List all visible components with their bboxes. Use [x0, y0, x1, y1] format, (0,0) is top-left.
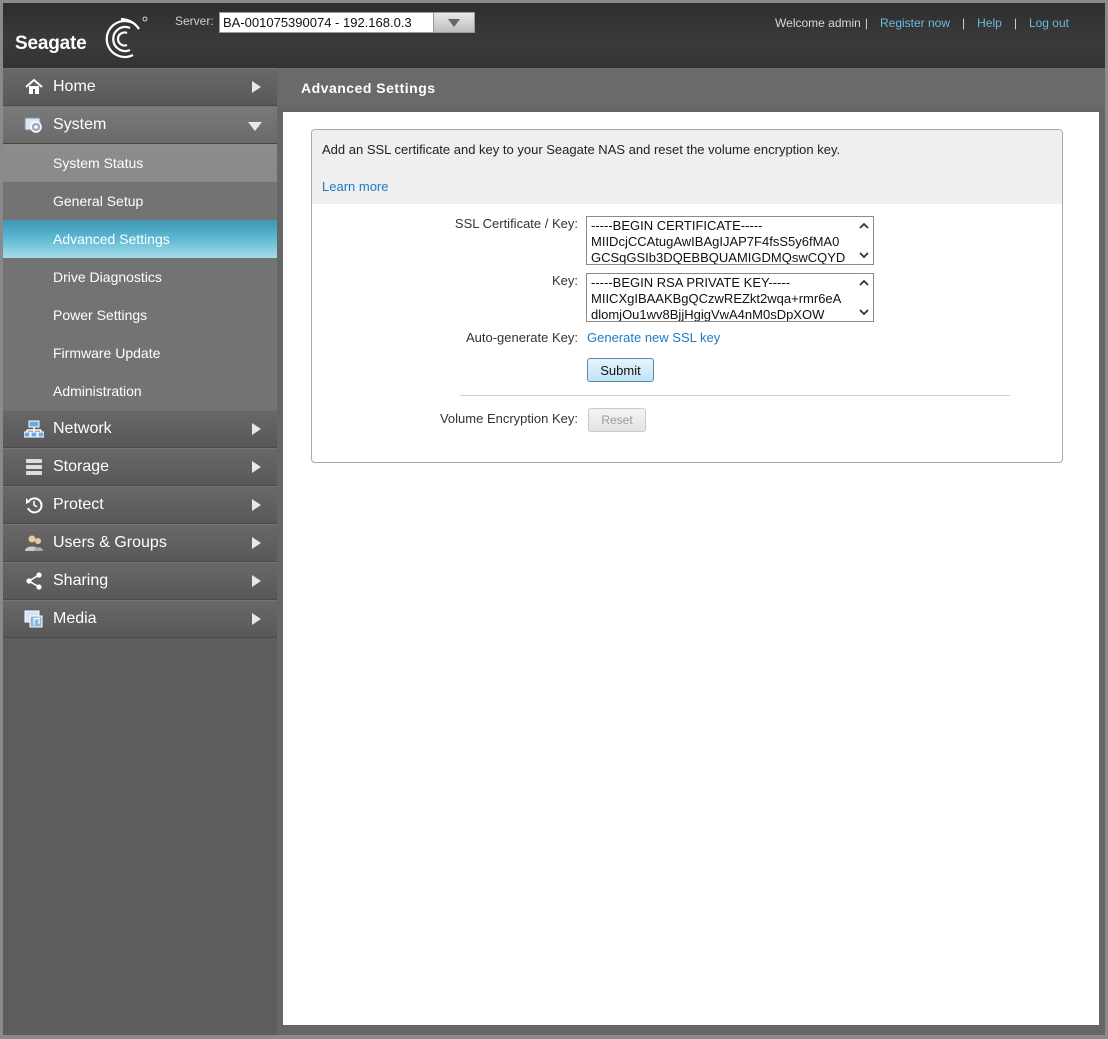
scrollbar[interactable]	[856, 274, 873, 321]
settings-panel: Add an SSL certificate and key to your S…	[311, 129, 1063, 463]
chevron-right-icon	[252, 423, 261, 435]
logo-text: Seagate	[15, 33, 87, 54]
sidebar-subitem-advanced-settings[interactable]: Advanced Settings	[3, 220, 277, 258]
ssl-certificate-label: SSL Certificate / Key:	[454, 216, 578, 231]
sidebar-item-storage[interactable]: Storage	[3, 448, 277, 486]
home-icon	[23, 77, 45, 97]
sidebar-item-protect[interactable]: Protect	[3, 486, 277, 524]
sidebar-subitem-drive-diagnostics[interactable]: Drive Diagnostics	[3, 258, 277, 296]
sidebar-item-label: Network	[53, 420, 112, 437]
seagate-logo[interactable]: Seagate	[15, 15, 150, 61]
sidebar-item-home[interactable]: Home	[3, 68, 277, 106]
top-nav: Welcome admin | Register now | Help | Lo…	[775, 16, 1069, 30]
sidebar-subitem-administration[interactable]: Administration	[3, 372, 277, 410]
sidebar: Home System System Status General Setup …	[3, 68, 277, 1035]
media-icon	[23, 609, 45, 629]
chevron-down-icon[interactable]	[859, 250, 869, 260]
seagate-swirl-icon	[105, 16, 148, 59]
sharing-icon	[23, 571, 45, 591]
panel-intro: Add an SSL certificate and key to your S…	[312, 130, 1062, 204]
storage-icon	[23, 457, 45, 477]
help-link[interactable]: Help	[977, 16, 1002, 30]
chevron-up-icon[interactable]	[859, 221, 869, 231]
sidebar-item-system[interactable]: System	[3, 106, 277, 144]
divider	[460, 395, 1010, 396]
system-icon	[23, 115, 45, 135]
chevron-right-icon	[252, 81, 261, 93]
key-value: -----BEGIN RSA PRIVATE KEY----- MIICXgIB…	[591, 275, 842, 322]
sidebar-subitem-firmware-update[interactable]: Firmware Update	[3, 334, 277, 372]
nav-separator: |	[1013, 16, 1017, 30]
users-icon	[23, 533, 45, 553]
chevron-right-icon	[252, 613, 261, 625]
main-content: Add an SSL certificate and key to your S…	[283, 112, 1099, 1025]
register-link[interactable]: Register now	[880, 16, 950, 30]
top-header: Seagate Server: BA-001075390074 - 192.16…	[3, 3, 1105, 68]
sidebar-item-sharing[interactable]: Sharing	[3, 562, 277, 600]
ssl-certificate-textarea[interactable]: -----BEGIN CERTIFICATE----- MIIDcjCCAtug…	[586, 216, 874, 265]
chevron-right-icon	[252, 575, 261, 587]
chevron-down-icon[interactable]	[859, 307, 869, 317]
sidebar-subitem-system-status[interactable]: System Status	[3, 144, 277, 182]
sidebar-item-media[interactable]: Media	[3, 600, 277, 638]
sidebar-item-label: Storage	[53, 458, 110, 475]
sidebar-item-label: System	[53, 116, 107, 133]
sidebar-subitem-power-settings[interactable]: Power Settings	[3, 296, 277, 334]
intro-text: Add an SSL certificate and key to your S…	[322, 142, 841, 157]
page-header: Advanced Settings	[277, 68, 1105, 106]
sidebar-item-label: Protect	[53, 496, 104, 513]
server-label: Server:	[175, 14, 214, 28]
sidebar-item-network[interactable]: Network	[3, 410, 277, 448]
logout-link[interactable]: Log out	[1029, 16, 1069, 30]
scrollbar[interactable]	[856, 217, 873, 264]
learn-more-link[interactable]: Learn more	[322, 179, 388, 194]
chevron-right-icon	[252, 461, 261, 473]
ssl-certificate-value: -----BEGIN CERTIFICATE----- MIIDcjCCAtug…	[591, 218, 846, 265]
sidebar-item-label: Media	[53, 610, 97, 627]
sidebar-item-users-groups[interactable]: Users & Groups	[3, 524, 277, 562]
reset-button[interactable]: Reset	[588, 408, 646, 432]
sidebar-item-label: Users & Groups	[53, 534, 167, 551]
network-icon	[23, 419, 45, 439]
server-select[interactable]: BA-001075390074 - 192.168.0.3	[219, 12, 475, 33]
chevron-down-icon	[248, 122, 262, 131]
nav-separator: |	[864, 16, 868, 30]
sidebar-item-label: Home	[53, 78, 96, 95]
sidebar-item-label: Sharing	[53, 572, 109, 589]
system-submenu: System Status General Setup Advanced Set…	[3, 144, 277, 410]
key-textarea[interactable]: -----BEGIN RSA PRIVATE KEY----- MIICXgIB…	[586, 273, 874, 322]
chevron-up-icon[interactable]	[859, 278, 869, 288]
chevron-down-icon[interactable]	[434, 13, 474, 32]
nav-separator: |	[962, 16, 966, 30]
generate-ssl-key-link[interactable]: Generate new SSL key	[587, 330, 720, 345]
chevron-right-icon	[252, 537, 261, 549]
auto-generate-label: Auto-generate Key:	[465, 330, 578, 345]
welcome-text: Welcome admin	[775, 16, 861, 30]
chevron-right-icon	[252, 499, 261, 511]
page-title: Advanced Settings	[301, 80, 436, 96]
submit-button[interactable]: Submit	[587, 358, 654, 382]
protect-icon	[23, 495, 45, 515]
sidebar-subitem-general-setup[interactable]: General Setup	[3, 182, 277, 220]
key-label: Key:	[551, 273, 578, 288]
server-value: BA-001075390074 - 192.168.0.3	[220, 13, 434, 32]
volume-encryption-key-label: Volume Encryption Key:	[439, 411, 578, 426]
